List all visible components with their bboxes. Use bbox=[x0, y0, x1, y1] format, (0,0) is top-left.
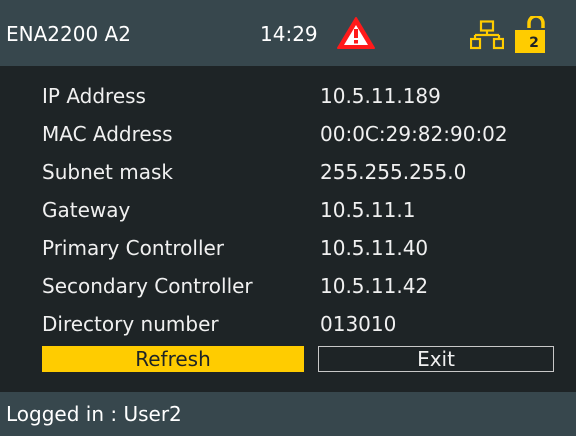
info-label: Gateway bbox=[42, 198, 131, 222]
network-info-panel: IP Address 10.5.11.189 MAC Address 00:0C… bbox=[0, 66, 576, 392]
exit-button[interactable]: Exit bbox=[318, 346, 554, 372]
info-label: Primary Controller bbox=[42, 236, 225, 260]
info-label: IP Address bbox=[42, 84, 146, 108]
info-label: Subnet mask bbox=[42, 160, 173, 184]
login-status: Logged in : User2 bbox=[6, 402, 182, 426]
info-label: Directory number bbox=[42, 312, 219, 336]
footer-bar: Logged in : User2 bbox=[0, 392, 576, 436]
info-row-gateway: Gateway 10.5.11.1 bbox=[0, 194, 576, 224]
info-row-secondary-controller: Secondary Controller 10.5.11.42 bbox=[0, 270, 576, 300]
clock: 14:29 bbox=[260, 22, 318, 46]
info-value: 10.5.11.42 bbox=[320, 274, 429, 298]
access-level-badge: 2 bbox=[529, 35, 539, 51]
info-row-directory-number: Directory number 013010 bbox=[0, 308, 576, 338]
info-value: 00:0C:29:82:90:02 bbox=[320, 122, 508, 146]
refresh-button[interactable]: Refresh bbox=[42, 346, 304, 372]
info-value: 013010 bbox=[320, 312, 397, 336]
info-label: Secondary Controller bbox=[42, 274, 253, 298]
warning-icon[interactable] bbox=[336, 16, 376, 50]
info-label: MAC Address bbox=[42, 122, 173, 146]
network-icon[interactable] bbox=[470, 20, 504, 50]
info-row-primary-controller: Primary Controller 10.5.11.40 bbox=[0, 232, 576, 262]
info-row-ip-address: IP Address 10.5.11.189 bbox=[0, 80, 576, 110]
status-bar: ENA2200 A2 14:29 2 bbox=[0, 0, 576, 66]
info-row-subnet-mask: Subnet mask 255.255.255.0 bbox=[0, 156, 576, 186]
info-value: 10.5.11.1 bbox=[320, 198, 416, 222]
info-row-mac-address: MAC Address 00:0C:29:82:90:02 bbox=[0, 118, 576, 148]
info-value: 10.5.11.40 bbox=[320, 236, 429, 260]
device-screen: ENA2200 A2 14:29 2 IP Address 10.5.11.18… bbox=[0, 0, 576, 436]
info-value: 10.5.11.189 bbox=[320, 84, 441, 108]
device-name: ENA2200 A2 bbox=[6, 22, 131, 46]
info-value: 255.255.255.0 bbox=[320, 160, 467, 184]
